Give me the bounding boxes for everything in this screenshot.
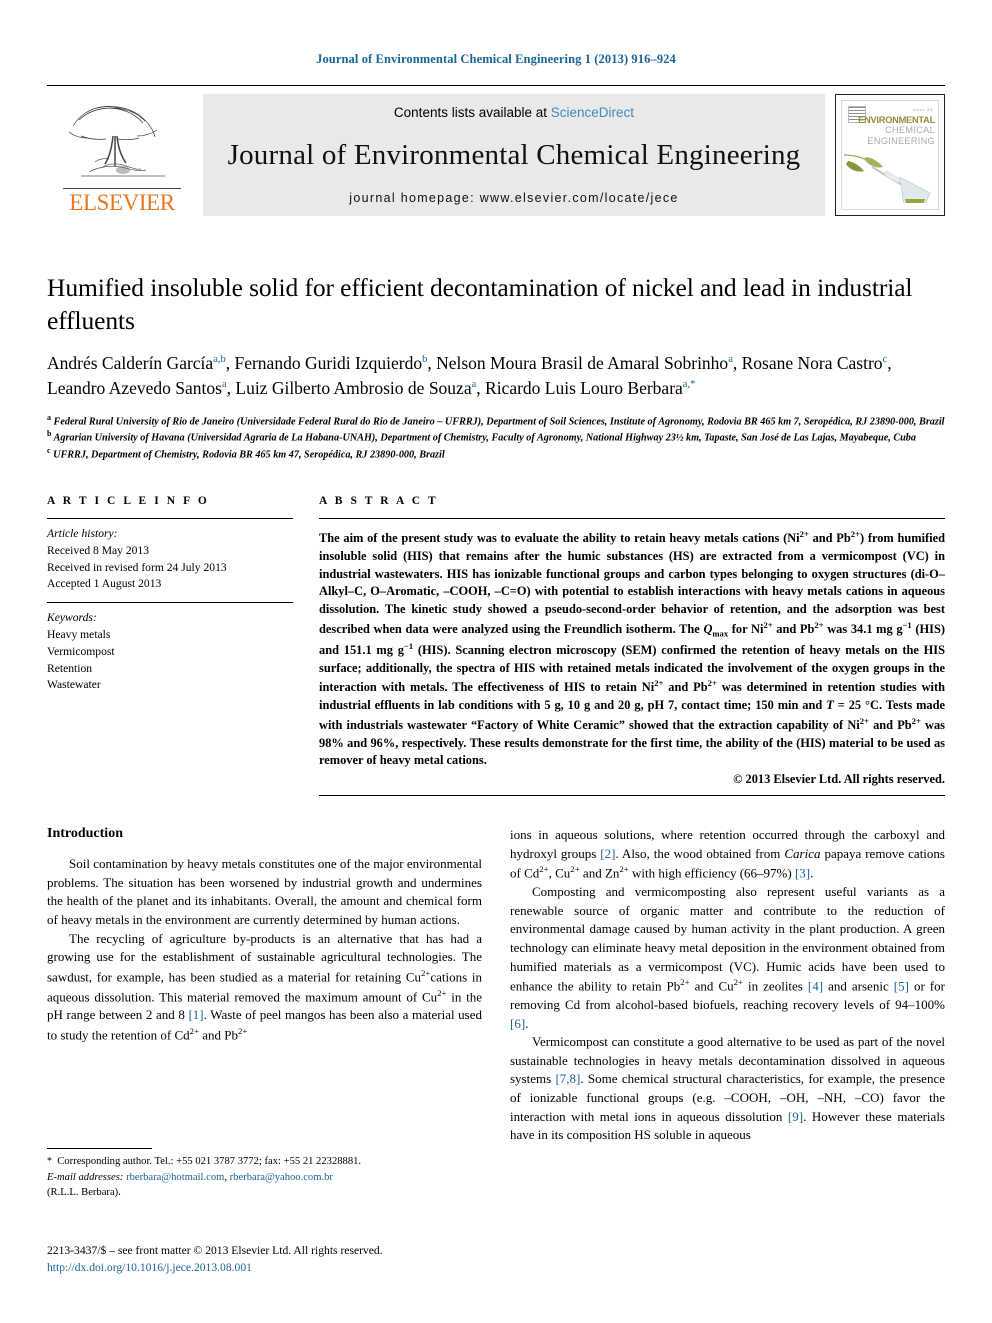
sciencedirect-link[interactable]: ScienceDirect	[551, 105, 634, 120]
info-abstract-block: A R T I C L E I N F O Article history: R…	[47, 495, 946, 797]
doi-link[interactable]: http://dx.doi.org/10.1016/j.jece.2013.08…	[47, 1259, 383, 1276]
author-name: Nelson Moura Brasil de Amaral Sobrinhoa	[436, 353, 733, 374]
article-info-label: A R T I C L E I N F O	[47, 495, 210, 508]
elsevier-wordmark: ELSEVIER	[63, 188, 181, 214]
footnote-email-line: E-mail addresses: rberbara@hotmail.com, …	[47, 1171, 333, 1199]
footnote-corresponding-line: * Corresponding author. Tel.: +55 021 37…	[47, 1156, 362, 1167]
history-item: Received 8 May 2013	[47, 543, 150, 557]
contents-line: Contents lists available at ScienceDirec…	[394, 105, 634, 120]
author-name: Leandro Azevedo Santosa	[47, 378, 227, 399]
article-info-column: A R T I C L E I N F O Article history: R…	[47, 495, 319, 796]
left-column-paragraphs: Soil contamination by heavy metals const…	[47, 855, 482, 1045]
corresponding-author-footnote: * Corresponding author. Tel.: +55 021 37…	[47, 1148, 467, 1201]
journal-cover-thumbnail: DALL 24 ENVIRONMENTAL CHEMICAL ENGINEERI…	[835, 94, 945, 216]
author-name: Andrés Calderín Garcíaa,b	[47, 353, 226, 374]
cover-title-line1: ENVIRONMENTAL	[858, 115, 935, 125]
body-columns: Introduction Soil contamination by heavy…	[47, 826, 945, 1144]
email-label: E-mail addresses:	[47, 1171, 124, 1183]
abstract-copyright: © 2013 Elsevier Ltd. All rights reserved…	[733, 772, 945, 787]
elsevier-logo: ELSEVIER	[47, 94, 197, 216]
article-history: Article history: Received 8 May 2013 Rec…	[47, 519, 293, 602]
author-affiliation-mark: c	[882, 354, 888, 366]
keyword-item: Heavy metals	[47, 628, 111, 641]
affiliation-item: b Agrarian University of Havana (Univers…	[47, 429, 916, 444]
author-affiliation-mark: b	[422, 354, 428, 366]
email-owner: (R.L.L. Berbara).	[47, 1187, 121, 1199]
body-paragraph: ions in aqueous solutions, where retenti…	[510, 827, 945, 881]
cover-artwork-icon	[842, 154, 938, 209]
title-block: Humified insoluble solid for efficient d…	[47, 272, 945, 462]
author-affiliation-mark: a	[221, 379, 227, 391]
author-name: Rosane Nora Castroc	[741, 353, 888, 374]
keywords-label: Keywords:	[47, 611, 97, 625]
right-column-paragraphs: ions in aqueous solutions, where retenti…	[510, 826, 945, 1144]
history-item: Received in revised form 24 July 2013	[47, 560, 227, 574]
keywords: Keywords: Heavy metals Vermicompost Rete…	[47, 603, 293, 694]
affiliation-mark: a	[47, 412, 51, 422]
author-name: Fernando Guridi Izquierdob	[234, 353, 428, 374]
abstract-text: The aim of the present study was to eval…	[319, 529, 946, 768]
paper-page: Journal of Environmental Chemical Engine…	[0, 0, 992, 1323]
keyword-item: Retention	[47, 661, 93, 675]
author-name: Ricardo Luis Louro Berbaraa,*	[485, 378, 696, 399]
journal-banner: Contents lists available at ScienceDirec…	[203, 94, 825, 216]
history-item: Accepted 1 August 2013	[47, 577, 162, 591]
abstract-label: A B S T R A C T	[319, 495, 439, 508]
body-left-column: Introduction Soil contamination by heavy…	[47, 826, 482, 1144]
article-history-label: Article history:	[47, 527, 118, 541]
page-title: Humified insoluble solid for efficient d…	[47, 273, 913, 335]
footnote-rule	[47, 1148, 152, 1149]
email-link[interactable]: rberbara@yahoo.com.br	[230, 1172, 333, 1183]
email-link[interactable]: rberbara@hotmail.com	[126, 1172, 224, 1183]
elsevier-tree-icon	[61, 96, 183, 182]
author-affiliation-mark: a,*	[682, 379, 696, 391]
imprint-block: 2213-3437/$ – see front matter © 2013 El…	[47, 1242, 383, 1277]
body-right-column: ions in aqueous solutions, where retenti…	[510, 826, 945, 1144]
journal-homepage-link[interactable]: journal homepage: www.elsevier.com/locat…	[349, 191, 678, 205]
abstract-bottom-rule	[319, 795, 945, 797]
author-affiliation-mark: a,b	[213, 354, 226, 366]
journal-masthead: ELSEVIER Contents lists available at Sci…	[47, 85, 945, 216]
affiliation-mark: b	[47, 429, 52, 439]
body-paragraph: Vermicompost can constitute a good alter…	[510, 1034, 945, 1143]
running-head: Journal of Environmental Chemical Engine…	[316, 52, 676, 66]
body-paragraph: Composting and vermicomposting also repr…	[510, 884, 945, 1031]
body-paragraph: Soil contamination by heavy metals const…	[47, 856, 482, 927]
abstract-column: A B S T R A C T The aim of the present s…	[319, 495, 946, 797]
cover-kicker: DALL 24	[912, 107, 933, 112]
affiliation-mark: c	[47, 445, 51, 455]
author-name: Luiz Gilberto Ambrosio de Souzaa	[235, 378, 477, 399]
keyword-item: Vermicompost	[47, 644, 115, 658]
body-paragraph: The recycling of agriculture by-products…	[47, 930, 483, 1043]
section-heading-introduction: Introduction	[47, 826, 123, 842]
imprint-line: 2213-3437/$ – see front matter © 2013 El…	[47, 1244, 383, 1257]
author-affiliation-mark: a	[728, 354, 733, 366]
author-list: Andrés Calderín Garcíaa,b, Fernando Guri…	[47, 353, 892, 399]
contents-prefix: Contents lists available at	[393, 105, 548, 120]
journal-title: Journal of Environmental Chemical Engine…	[227, 138, 801, 171]
author-affiliation-mark: a	[471, 379, 477, 391]
keyword-item: Wastewater	[47, 678, 101, 692]
cover-title-line2: CHEMICAL	[885, 125, 935, 136]
affiliation-list: a Federal Rural University of Rio de Jan…	[47, 413, 945, 462]
affiliation-item: a Federal Rural University of Rio de Jan…	[47, 412, 945, 428]
affiliation-item: c UFRRJ, Department of Chemistry, Rodovi…	[47, 445, 445, 461]
